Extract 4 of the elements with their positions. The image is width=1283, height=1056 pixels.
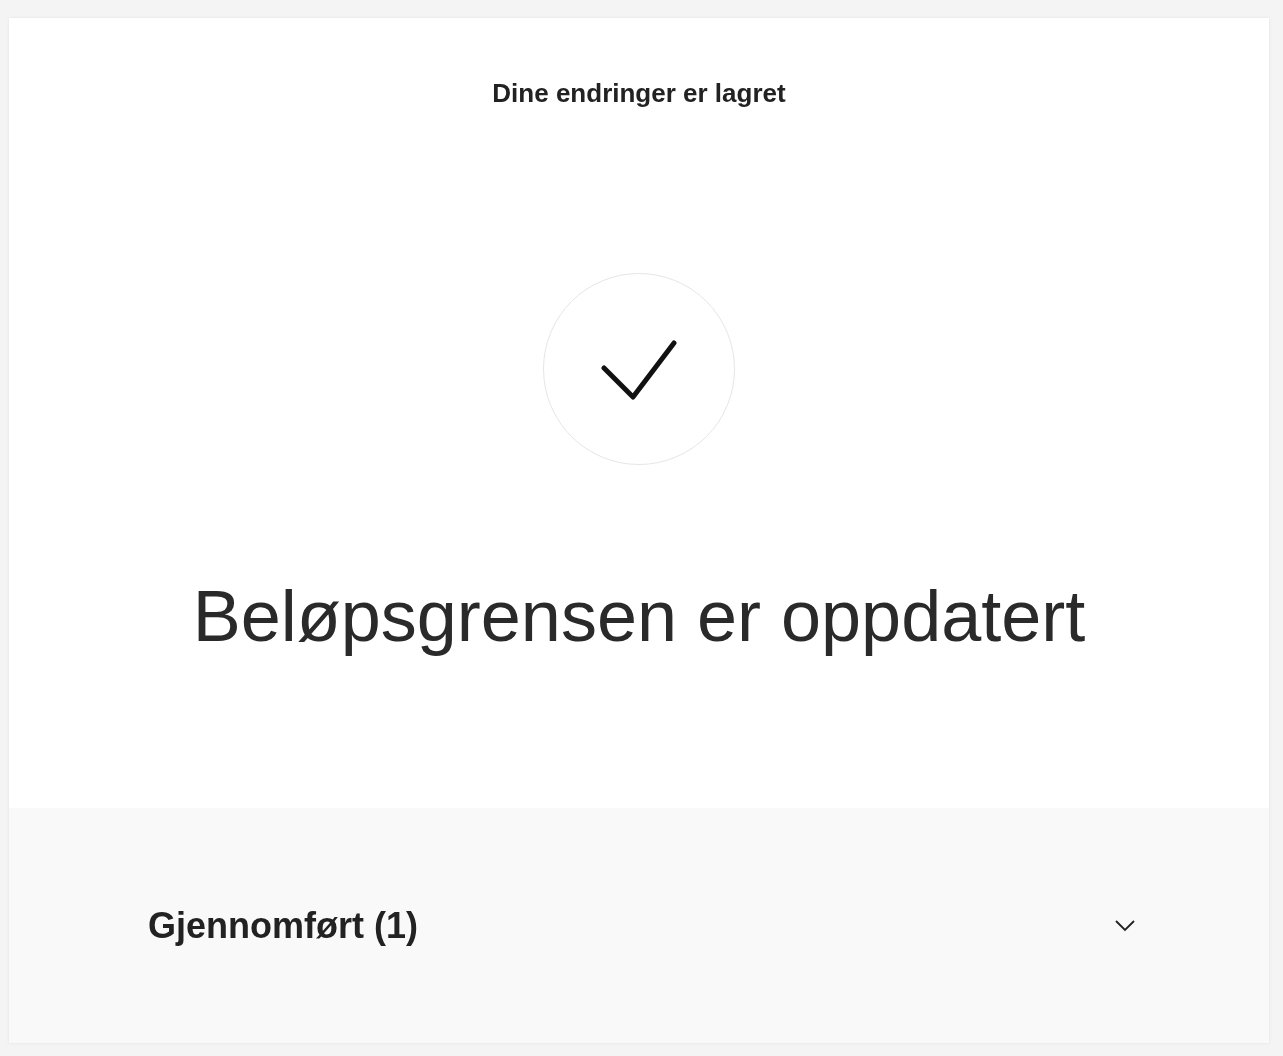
chevron-icon: [1115, 919, 1135, 932]
page-title: Dine endringer er lagret: [492, 78, 786, 109]
confirmation-heading: Beløpsgrensen er oppdatert: [192, 575, 1086, 657]
checkmark-icon: [601, 340, 677, 400]
